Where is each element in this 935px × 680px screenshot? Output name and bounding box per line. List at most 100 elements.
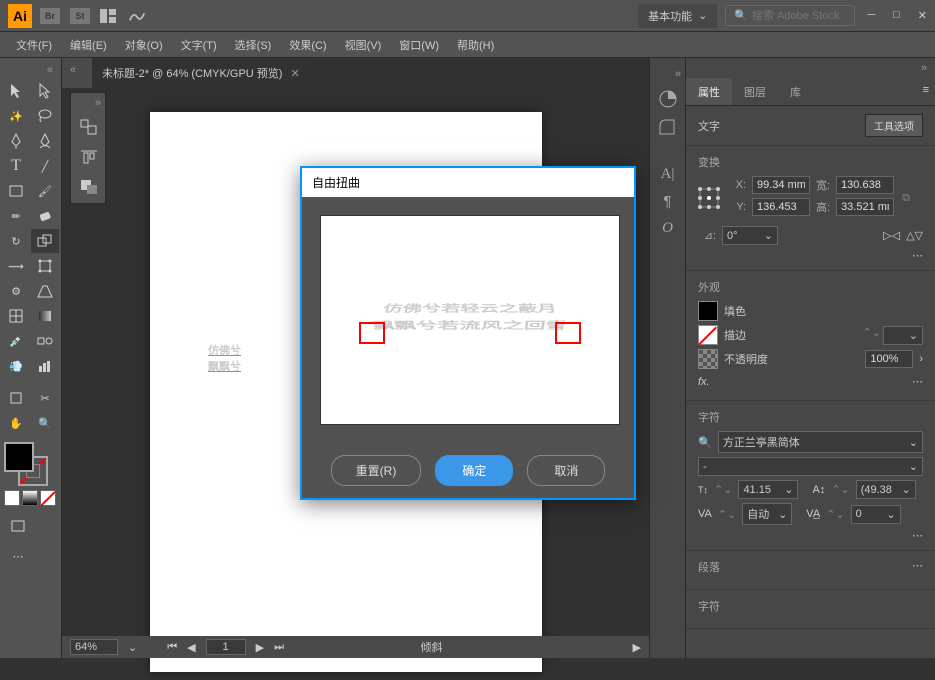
blend-tool[interactable] bbox=[31, 329, 59, 353]
eyedropper-tool[interactable]: 💉 bbox=[2, 329, 30, 353]
chevron-down-icon[interactable]: ⌄ bbox=[128, 641, 137, 654]
color-mode-gradient[interactable] bbox=[22, 490, 38, 506]
search-font-icon[interactable]: 🔍 bbox=[698, 436, 712, 449]
menu-effect[interactable]: 效果(C) bbox=[281, 33, 334, 57]
paintbrush-tool[interactable]: 🖌 bbox=[31, 179, 59, 203]
color-panel-icon[interactable] bbox=[658, 90, 678, 108]
stock-icon[interactable]: St bbox=[70, 8, 90, 24]
menu-file[interactable]: 文件(F) bbox=[8, 33, 60, 57]
hand-tool[interactable]: ✋ bbox=[2, 411, 30, 435]
doc-collapse-icon[interactable]: « bbox=[70, 64, 76, 76]
paragraph-more-icon[interactable]: ⋯ bbox=[912, 559, 923, 581]
menu-select[interactable]: 选择(S) bbox=[227, 33, 280, 57]
status-arrow-icon[interactable]: ▶ bbox=[633, 641, 641, 654]
tools-collapse-icon[interactable]: « bbox=[2, 62, 59, 78]
height-input[interactable] bbox=[836, 198, 894, 216]
tracking-stepper[interactable]: ⌃⌄ bbox=[826, 508, 844, 521]
tool-options-button[interactable]: 工具选项 bbox=[865, 114, 923, 137]
width-input[interactable] bbox=[836, 176, 894, 194]
close-button[interactable]: ✕ bbox=[918, 9, 927, 22]
bridge-icon[interactable]: Br bbox=[40, 8, 60, 24]
page-input[interactable] bbox=[206, 639, 246, 655]
flyout-collapse-icon[interactable]: » bbox=[75, 97, 101, 109]
distort-preview[interactable]: 仿佛兮若轻云之蔽月 飘飘兮若流风之回雪 bbox=[320, 215, 620, 425]
fill-stroke-indicator[interactable] bbox=[4, 442, 54, 486]
fx-label[interactable]: fx. bbox=[698, 376, 710, 388]
tab-layers[interactable]: 图层 bbox=[732, 78, 778, 105]
direct-selection-tool[interactable] bbox=[31, 79, 59, 103]
menu-help[interactable]: 帮助(H) bbox=[449, 33, 502, 57]
document-tab[interactable]: 未标题-2* @ 64% (CMYK/GPU 预览) ✕ bbox=[92, 58, 310, 88]
edit-toolbar-icon[interactable]: ⋯ bbox=[4, 544, 32, 568]
opacity-input[interactable] bbox=[865, 350, 913, 368]
fill-color-swatch[interactable] bbox=[698, 301, 718, 321]
menu-object[interactable]: 对象(O) bbox=[117, 33, 171, 57]
gradient-tool[interactable] bbox=[31, 304, 59, 328]
opentype-panel-icon[interactable]: O bbox=[662, 220, 673, 237]
gpu-icon[interactable] bbox=[128, 7, 146, 25]
zoom-tool[interactable]: 🔍 bbox=[31, 411, 59, 435]
rotate-tool[interactable]: ↻ bbox=[2, 229, 30, 253]
scale-tool[interactable] bbox=[31, 229, 59, 253]
transform-more-icon[interactable]: ⋯ bbox=[698, 249, 923, 262]
column-graph-tool[interactable] bbox=[31, 354, 59, 378]
ok-button[interactable]: 确定 bbox=[435, 455, 513, 486]
menu-edit[interactable]: 编辑(E) bbox=[62, 33, 115, 57]
font-size-input[interactable]: 41.15 ⌄ bbox=[738, 480, 798, 499]
maximize-button[interactable]: □ bbox=[893, 9, 900, 22]
angle-input[interactable]: 0°⌄ bbox=[722, 226, 778, 245]
nav-next-icon[interactable]: ▶ bbox=[256, 641, 264, 654]
magic-wand-tool[interactable]: ✨ bbox=[2, 104, 30, 128]
tab-properties[interactable]: 属性 bbox=[686, 78, 732, 105]
workspace-switcher[interactable]: 基本功能 ⌄ bbox=[638, 4, 717, 28]
minimize-button[interactable]: ─ bbox=[867, 9, 875, 22]
font-style-select[interactable]: -⌄ bbox=[698, 457, 923, 476]
artboard-text-object[interactable]: 仿佛兮 飘飘兮 bbox=[208, 342, 241, 374]
transform-icon[interactable] bbox=[75, 115, 103, 139]
nav-prev-icon[interactable]: ◀ bbox=[187, 641, 195, 654]
cancel-button[interactable]: 取消 bbox=[527, 455, 605, 486]
distort-handle-left[interactable] bbox=[359, 322, 385, 344]
tab-libraries[interactable]: 库 bbox=[778, 78, 813, 105]
nav-last-icon[interactable]: ⏭ bbox=[274, 641, 284, 654]
y-input[interactable] bbox=[752, 198, 810, 216]
swatches-panel-icon[interactable] bbox=[658, 118, 678, 136]
reference-point-icon[interactable] bbox=[698, 187, 720, 209]
opacity-arrow-icon[interactable]: › bbox=[919, 353, 923, 365]
eraser-tool[interactable] bbox=[31, 204, 59, 228]
stroke-color-swatch[interactable] bbox=[698, 325, 718, 345]
distort-handle-right[interactable] bbox=[555, 322, 581, 344]
font-family-select[interactable]: 方正兰亭黑简体⌄ bbox=[718, 431, 923, 453]
stock-search[interactable]: 🔍 bbox=[725, 5, 855, 26]
width-tool[interactable]: ⟿ bbox=[2, 254, 30, 278]
panel-collapse-icon[interactable]: » bbox=[686, 58, 935, 78]
line-tool[interactable]: ╱ bbox=[31, 154, 59, 178]
shaper-tool[interactable]: ✏ bbox=[2, 204, 30, 228]
pathfinder-icon[interactable] bbox=[75, 175, 103, 199]
lasso-tool[interactable] bbox=[31, 104, 59, 128]
slice-tool[interactable]: ✂ bbox=[31, 386, 59, 410]
screen-mode-normal[interactable] bbox=[4, 514, 32, 538]
leading-stepper[interactable]: ⌃⌄ bbox=[831, 483, 849, 496]
strip-expand-icon[interactable]: » bbox=[675, 68, 681, 80]
mesh-tool[interactable] bbox=[2, 304, 30, 328]
align-icon[interactable] bbox=[75, 145, 103, 169]
free-transform-tool[interactable] bbox=[31, 254, 59, 278]
stroke-weight-input[interactable]: ⌄ bbox=[883, 326, 923, 345]
menu-window[interactable]: 窗口(W) bbox=[391, 33, 447, 57]
stroke-weight-stepper[interactable]: ⌃⌄ bbox=[863, 326, 881, 345]
character-more-icon[interactable]: ⋯ bbox=[698, 529, 923, 542]
kerning-stepper[interactable]: ⌃⌄ bbox=[718, 508, 736, 521]
constrain-proportions-icon[interactable]: ⧉ bbox=[902, 192, 910, 205]
flip-vertical-icon[interactable]: △▽ bbox=[906, 229, 923, 242]
selection-tool[interactable] bbox=[2, 79, 30, 103]
zoom-input[interactable] bbox=[70, 639, 118, 655]
symbol-sprayer-tool[interactable]: 💨 bbox=[2, 354, 30, 378]
reset-button[interactable]: 重置(R) bbox=[331, 455, 422, 486]
perspective-tool[interactable] bbox=[31, 279, 59, 303]
character-panel-icon[interactable]: A| bbox=[661, 166, 675, 183]
color-mode-none[interactable] bbox=[40, 490, 56, 506]
curvature-tool[interactable] bbox=[31, 129, 59, 153]
arrange-docs-icon[interactable] bbox=[100, 7, 118, 25]
artboard-tool[interactable] bbox=[2, 386, 30, 410]
